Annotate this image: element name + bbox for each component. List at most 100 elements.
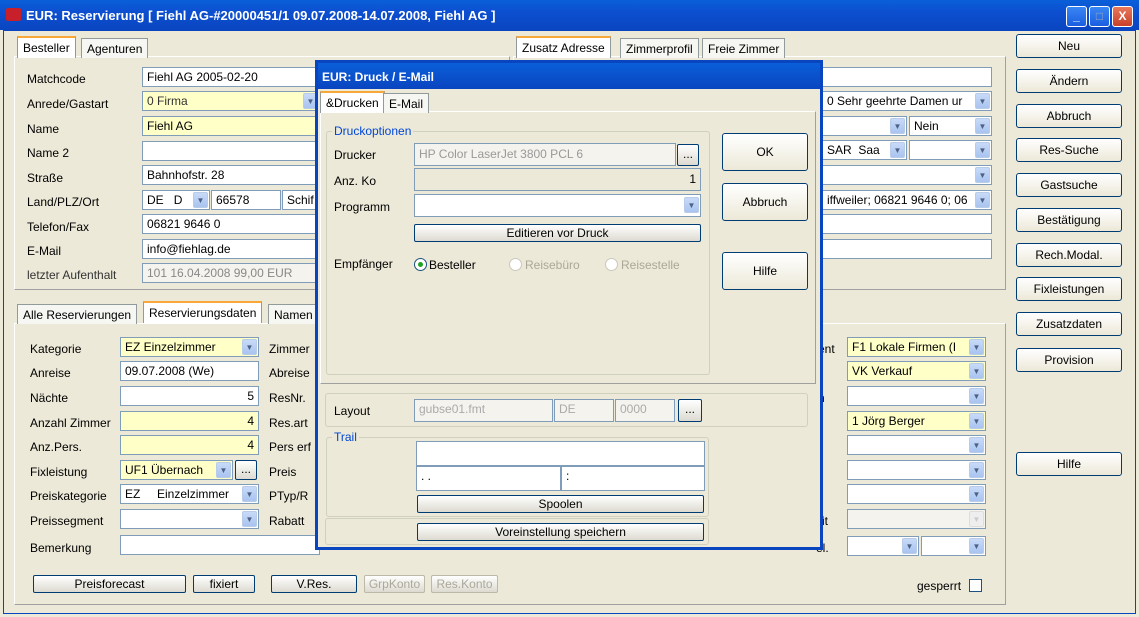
telefon-field[interactable]: 06821 9646 0 <box>142 214 320 234</box>
tab-reservierungsdaten[interactable]: Reservierungsdaten <box>143 301 263 323</box>
trail-time-field[interactable]: : <box>561 466 705 491</box>
gastsuche-button[interactable]: Gastsuche <box>1016 173 1122 197</box>
ok-button[interactable]: OK <box>722 133 808 171</box>
aendern-button[interactable]: Ändern <box>1016 69 1122 93</box>
chevron-down-icon[interactable]: ▼ <box>242 339 257 355</box>
name2-field[interactable] <box>142 141 320 161</box>
naechte-field[interactable]: 5 <box>120 386 259 406</box>
segment2-select[interactable]: VK Verkauf ▼ <box>847 361 986 381</box>
chevron-down-icon[interactable]: ▼ <box>890 118 905 134</box>
addr-select-3[interactable]: ▼ <box>909 140 992 160</box>
right-select-5[interactable]: ▼ <box>847 435 986 455</box>
strasse-field[interactable]: Bahnhofstr. 28 <box>142 165 320 185</box>
addr-field-1[interactable] <box>822 67 992 87</box>
chevron-down-icon[interactable]: ▼ <box>216 462 231 478</box>
right-select-3[interactable]: ▼ <box>847 386 986 406</box>
besteller-radio[interactable] <box>414 258 427 271</box>
anz-pers-field[interactable]: 4 <box>120 435 259 455</box>
anreise-field[interactable]: 09.07.2008 (We) <box>120 361 259 381</box>
preiskategorie-select[interactable]: EZ Einzelzimmer ▼ <box>120 484 259 504</box>
preisforecast-button[interactable]: Preisforecast <box>33 575 186 593</box>
nein-select[interactable]: Nein ▼ <box>909 116 992 136</box>
chevron-down-icon[interactable]: ▼ <box>975 167 990 183</box>
layout-browse-button[interactable]: ... <box>678 399 702 422</box>
provision-button[interactable]: Provision <box>1016 348 1122 372</box>
tab-zimmerprofil[interactable]: Zimmerprofil <box>620 38 699 58</box>
fixleistungen-button[interactable]: Fixleistungen <box>1016 277 1122 301</box>
anrede-select[interactable]: 0 Firma ▼ <box>142 91 320 111</box>
vres-button[interactable]: V.Res. <box>271 575 357 593</box>
gesperrt-checkbox[interactable] <box>969 579 982 592</box>
chevron-down-icon[interactable]: ▼ <box>969 538 984 554</box>
rech-modal-button[interactable]: Rech.Modal. <box>1016 243 1122 267</box>
chevron-down-icon[interactable]: ▼ <box>684 197 699 213</box>
zusatzdaten-button[interactable]: Zusatzdaten <box>1016 312 1122 336</box>
chevron-down-icon[interactable]: ▼ <box>242 511 257 527</box>
bemerkung-field[interactable] <box>120 535 320 555</box>
dialog-abbruch-button[interactable]: Abbruch <box>722 183 808 221</box>
res-suche-button[interactable]: Res-Suche <box>1016 138 1122 162</box>
maximize-button[interactable]: □ <box>1089 6 1110 27</box>
fixleistung-select[interactable]: UF1 Übernach ▼ <box>120 460 233 480</box>
chevron-down-icon[interactable]: ▼ <box>969 363 984 379</box>
matchcode-field[interactable]: Fiehl AG 2005-02-20 <box>142 67 320 87</box>
chevron-down-icon[interactable]: ▼ <box>969 388 984 404</box>
briefanrede-select[interactable]: 0 Sehr geehrte Damen ur ▼ <box>822 91 992 111</box>
editieren-button[interactable]: Editieren vor Druck <box>414 224 701 242</box>
chevron-down-icon[interactable]: ▼ <box>902 538 917 554</box>
minimize-button[interactable]: _ <box>1066 6 1087 27</box>
addr-field-5[interactable] <box>822 214 992 234</box>
chevron-down-icon[interactable]: ▼ <box>975 118 990 134</box>
fixleistung-more-button[interactable]: ... <box>235 460 257 480</box>
trail-field[interactable] <box>416 441 705 466</box>
anzahl-zimmer-field[interactable]: 4 <box>120 411 259 431</box>
hilfe-button[interactable]: Hilfe <box>1016 452 1122 476</box>
tab-freie-zimmer[interactable]: Freie Zimmer <box>702 38 786 58</box>
abbruch-button[interactable]: Abbruch <box>1016 104 1122 128</box>
tab-drucken[interactable]: &Drucken <box>320 91 385 113</box>
right-select-7[interactable]: ▼ <box>847 484 986 504</box>
tab-agenturen[interactable]: Agenturen <box>81 38 149 58</box>
trail-date-field[interactable]: . . <box>416 466 561 491</box>
drucker-browse-button[interactable]: ... <box>677 144 699 166</box>
tab-email[interactable]: E-Mail <box>383 93 430 113</box>
tab-alle-reservierungen[interactable]: Alle Reservierungen <box>17 304 138 324</box>
name-field[interactable]: Fiehl AG <box>142 116 320 136</box>
chevron-down-icon[interactable]: ▼ <box>975 142 990 158</box>
tab-besteller[interactable]: Besteller <box>17 36 76 58</box>
bestaetigung-button[interactable]: Bestätigung <box>1016 208 1122 232</box>
sar-select[interactable]: SAR Saa ▼ <box>822 140 907 160</box>
fixiert-button[interactable]: fixiert <box>193 575 255 593</box>
preissegment-select[interactable]: ▼ <box>120 509 259 529</box>
spoolen-button[interactable]: Spoolen <box>417 495 704 513</box>
chevron-down-icon[interactable]: ▼ <box>969 437 984 453</box>
addr-field-6[interactable] <box>822 239 992 259</box>
kategorie-select[interactable]: EZ Einzelzimmer ▼ <box>120 337 259 357</box>
addr-select-4[interactable]: ▼ <box>822 165 992 185</box>
plz-field[interactable]: 66578 <box>211 190 281 210</box>
close-button[interactable]: X <box>1112 6 1133 27</box>
bearbeiter-select[interactable]: 1 Jörg Berger ▼ <box>847 411 986 431</box>
chevron-down-icon[interactable]: ▼ <box>969 339 984 355</box>
voreinstellung-button[interactable]: Voreinstellung speichern <box>417 523 704 541</box>
chevron-down-icon[interactable]: ▼ <box>975 192 990 208</box>
right-select-9b[interactable]: ▼ <box>921 536 986 556</box>
programm-select[interactable]: ▼ <box>414 194 701 217</box>
tab-namen[interactable]: Namen <box>268 304 319 324</box>
land-select[interactable]: DE D ▼ <box>142 190 210 210</box>
chevron-down-icon[interactable]: ▼ <box>193 192 208 208</box>
ort-tel-select[interactable]: iffweiler; 06821 9646 0; 06 ▼ <box>822 190 992 210</box>
segment1-select[interactable]: F1 Lokale Firmen (I ▼ <box>847 337 986 357</box>
dialog-hilfe-button[interactable]: Hilfe <box>722 252 808 290</box>
chevron-down-icon[interactable]: ▼ <box>890 142 905 158</box>
chevron-down-icon[interactable]: ▼ <box>242 486 257 502</box>
email-field[interactable]: info@fiehlag.de <box>142 239 320 259</box>
right-select-6[interactable]: ▼ <box>847 460 986 480</box>
chevron-down-icon[interactable]: ▼ <box>975 93 990 109</box>
chevron-down-icon[interactable]: ▼ <box>969 413 984 429</box>
addr-select-2[interactable]: ▼ <box>822 116 907 136</box>
chevron-down-icon[interactable]: ▼ <box>969 462 984 478</box>
right-select-9a[interactable]: ▼ <box>847 536 919 556</box>
chevron-down-icon[interactable]: ▼ <box>969 486 984 502</box>
neu-button[interactable]: Neu <box>1016 34 1122 58</box>
